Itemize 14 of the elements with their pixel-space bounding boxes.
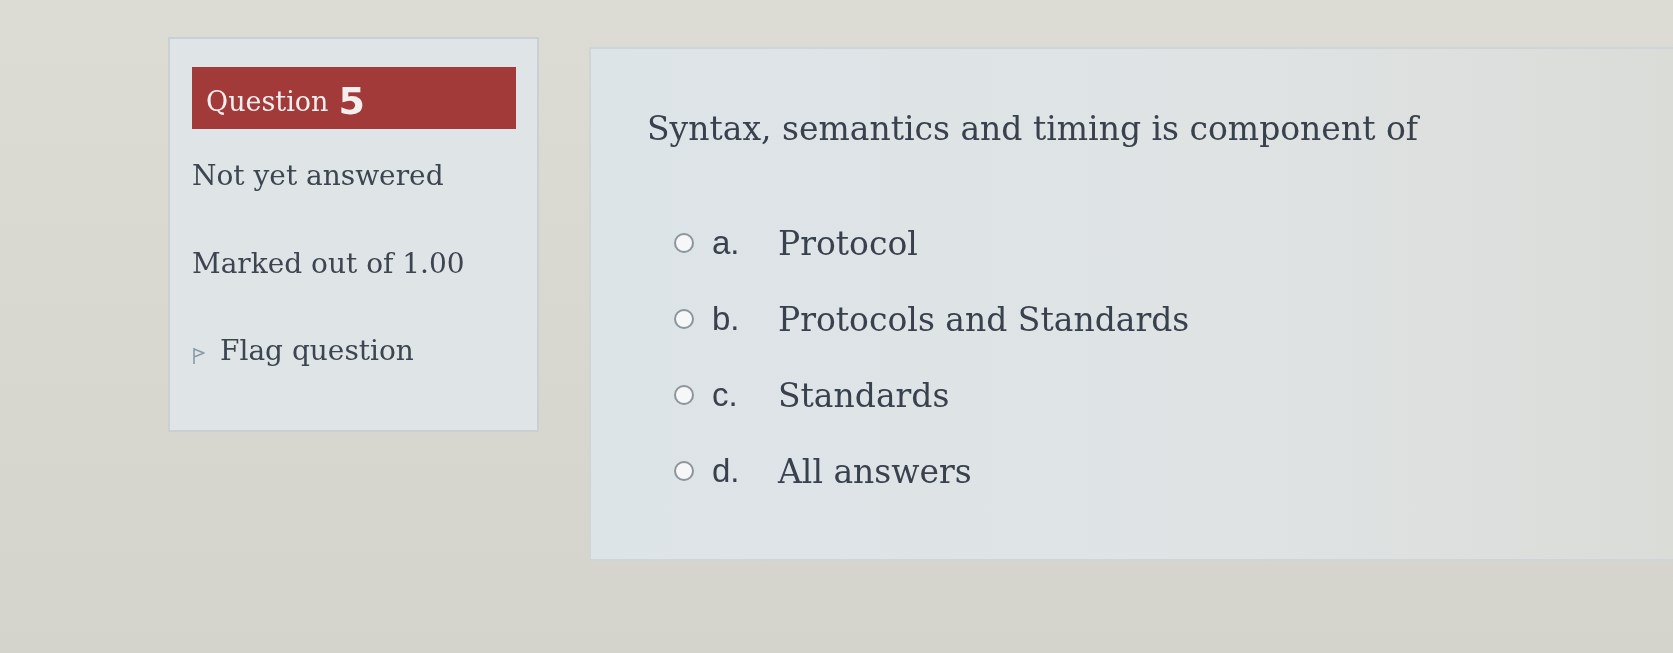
radio-button[interactable]: [674, 233, 694, 253]
answer-option[interactable]: b. Protocols and Standards: [647, 296, 1673, 342]
answer-option[interactable]: d. All answers: [647, 448, 1673, 494]
marks-text: Marked out of 1.00: [192, 247, 465, 280]
radio-button[interactable]: [674, 309, 694, 329]
answer-status: Not yet answered: [192, 159, 444, 192]
answer-option[interactable]: c. Standards: [647, 372, 1673, 418]
question-text: Syntax, semantics and timing is component of: [647, 109, 1421, 148]
answer-option[interactable]: a. Protocol: [647, 220, 1673, 266]
radio-button[interactable]: [674, 461, 694, 481]
question-heading: Question: [206, 85, 329, 117]
radio-button[interactable]: [674, 385, 694, 405]
question-number: 5: [338, 79, 365, 123]
flag-question-link[interactable]: Flag question: [192, 334, 414, 367]
